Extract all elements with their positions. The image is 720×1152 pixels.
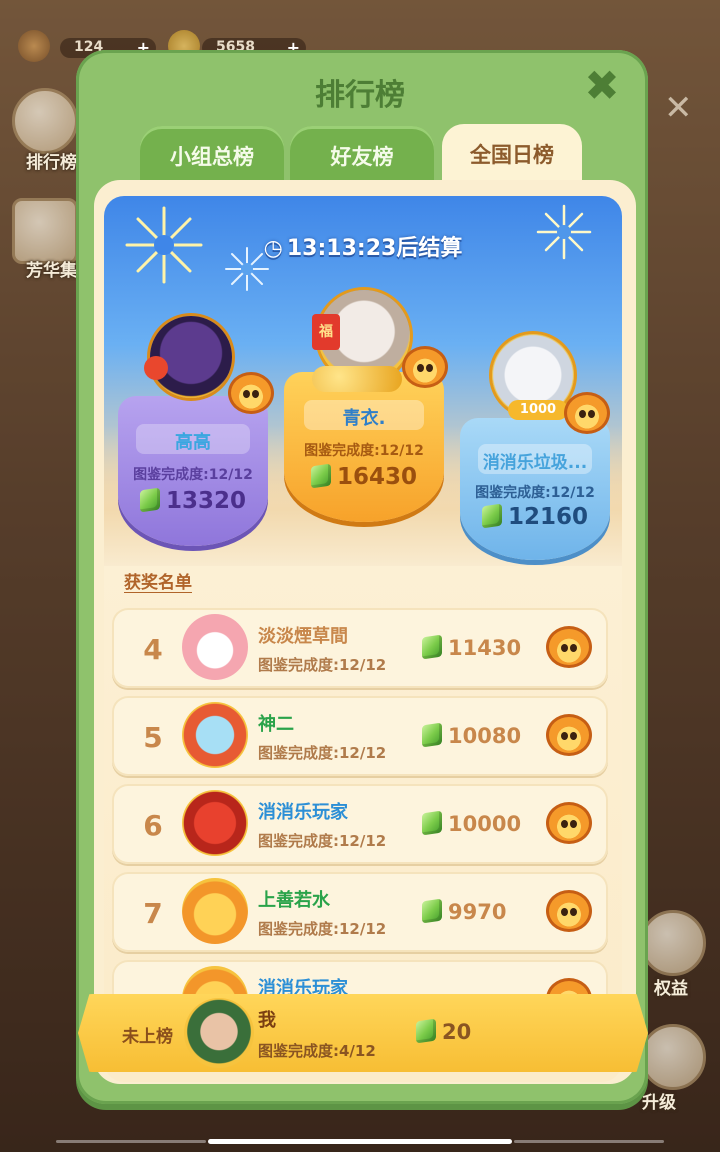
gem-icon [422, 810, 442, 836]
side-rights-button[interactable] [640, 910, 706, 976]
leaderboard-content: ◷ 13:13:23后结算 高高 图鉴完成度:12/12 13320 青衣. 图鉴… [104, 196, 622, 1082]
tiger-badge-icon [228, 372, 274, 414]
flower-decoration [144, 356, 168, 380]
row-name: 上善若水 [258, 890, 330, 911]
podium-third-name: 消消乐垃圾... [482, 453, 588, 473]
podium-third-score-value: 12160 [507, 504, 589, 530]
side-leaderboard-label: 排行榜 [26, 153, 77, 173]
podium-second-score-value: 13320 [165, 488, 247, 514]
gem-icon [481, 503, 502, 529]
fortune-badge-icon: 福 [312, 314, 340, 350]
side-rights-label: 权益 [654, 979, 688, 999]
row-avatar[interactable] [182, 614, 248, 680]
row-name: 淡淡煙草間 [258, 626, 348, 647]
gem-icon [416, 1018, 436, 1044]
gem-icon [139, 487, 160, 513]
gem-icon [422, 722, 442, 748]
row-progress: 图鉴完成度:12/12 [258, 656, 387, 674]
my-name: 我 [258, 1010, 276, 1031]
row-score-value: 9970 [448, 900, 507, 924]
row-score: 10080 [422, 722, 522, 748]
row-name: 神二 [258, 714, 294, 735]
tiger-badge-icon [546, 714, 592, 756]
award-list-title: 获奖名单 [124, 573, 192, 593]
my-score: 20 [416, 1018, 472, 1044]
my-avatar[interactable] [184, 998, 254, 1068]
podium-third-place[interactable]: 消消乐垃圾... 图鉴完成度:12/12 12160 [460, 418, 610, 560]
podium-first-score-value: 16430 [336, 464, 418, 490]
row-score-value: 10080 [448, 724, 522, 748]
tiger-badge-icon [564, 392, 610, 434]
side-upgrade-label: 升级 [642, 1093, 676, 1113]
row-score: 10000 [422, 810, 522, 836]
gem-icon [422, 634, 442, 660]
clock-icon: ◷ [263, 236, 283, 261]
tab-group-total[interactable]: 小组总榜 [140, 126, 284, 186]
side-collection-label: 芳华集 [26, 261, 77, 281]
podium-second-name: 高高 [175, 432, 211, 453]
tiger-badge-icon [402, 346, 448, 388]
badge-1000: 1000 [508, 400, 568, 420]
gold-coins-decoration [312, 366, 402, 392]
row-score-value: 10000 [448, 812, 522, 836]
gem-icon [310, 463, 331, 489]
table-row[interactable]: 7 上善若水 图鉴完成度:12/12 9970 [112, 872, 608, 952]
tiger-badge-icon [546, 626, 592, 668]
podium-first-score: 16430 [284, 463, 444, 490]
timer-text: 13:13:23后结算 [286, 236, 463, 261]
my-score-value: 20 [442, 1020, 472, 1044]
podium-third-progress: 图鉴完成度:12/12 [475, 485, 595, 501]
podium-first-place[interactable]: 青衣. 图鉴完成度:12/12 16430 [284, 372, 444, 522]
row-progress: 图鉴完成度:12/12 [258, 920, 387, 938]
home-indicator[interactable] [208, 1139, 512, 1144]
tab-national-daily[interactable]: 全国日榜 [442, 124, 582, 188]
row-score-value: 11430 [448, 636, 522, 660]
podium-second-progress: 图鉴完成度:12/12 [133, 467, 253, 483]
my-rank-label: 未上榜 [122, 1027, 173, 1047]
row-score: 11430 [422, 634, 522, 660]
podium-second-place[interactable]: 高高 图鉴完成度:12/12 13320 [118, 396, 268, 546]
side-upgrade-button[interactable] [640, 1024, 706, 1090]
podium-first-progress: 图鉴完成度:12/12 [304, 443, 424, 459]
tab-friends[interactable]: 好友榜 [290, 126, 434, 186]
row-rank: 4 [143, 633, 163, 666]
podium-second-score: 13320 [118, 487, 268, 514]
settlement-timer: ◷ 13:13:23后结算 [104, 230, 622, 262]
close-icon[interactable]: ✖ [582, 65, 622, 107]
gem-icon [422, 898, 442, 924]
row-rank: 5 [143, 721, 163, 754]
row-score: 9970 [422, 898, 507, 924]
row-avatar[interactable] [182, 702, 248, 768]
hammer-icon [18, 30, 50, 62]
my-rank-bar[interactable]: 未上榜 我 图鉴完成度:4/12 20 [78, 994, 648, 1072]
table-row[interactable]: 5 神二 图鉴完成度:12/12 10080 [112, 696, 608, 776]
podium-third-score: 12160 [460, 503, 610, 530]
row-rank: 6 [143, 809, 163, 842]
side-collection-button[interactable] [12, 198, 78, 264]
table-row[interactable]: 4 淡淡煙草間 图鉴完成度:12/12 11430 [112, 608, 608, 688]
tiger-badge-icon [546, 890, 592, 932]
row-progress: 图鉴完成度:12/12 [258, 744, 387, 762]
row-avatar[interactable] [182, 790, 248, 856]
row-name: 消消乐玩家 [258, 802, 348, 823]
row-progress: 图鉴完成度:12/12 [258, 832, 387, 850]
gesture-bar-left [56, 1140, 206, 1143]
podium-first-name: 青衣. [342, 408, 386, 429]
row-avatar[interactable] [182, 878, 248, 944]
my-progress: 图鉴完成度:4/12 [258, 1042, 376, 1060]
row-rank: 7 [143, 897, 163, 930]
tiger-badge-icon [546, 802, 592, 844]
table-row[interactable]: 6 消消乐玩家 图鉴完成度:12/12 10000 [112, 784, 608, 864]
gesture-bar-right [514, 1140, 664, 1143]
